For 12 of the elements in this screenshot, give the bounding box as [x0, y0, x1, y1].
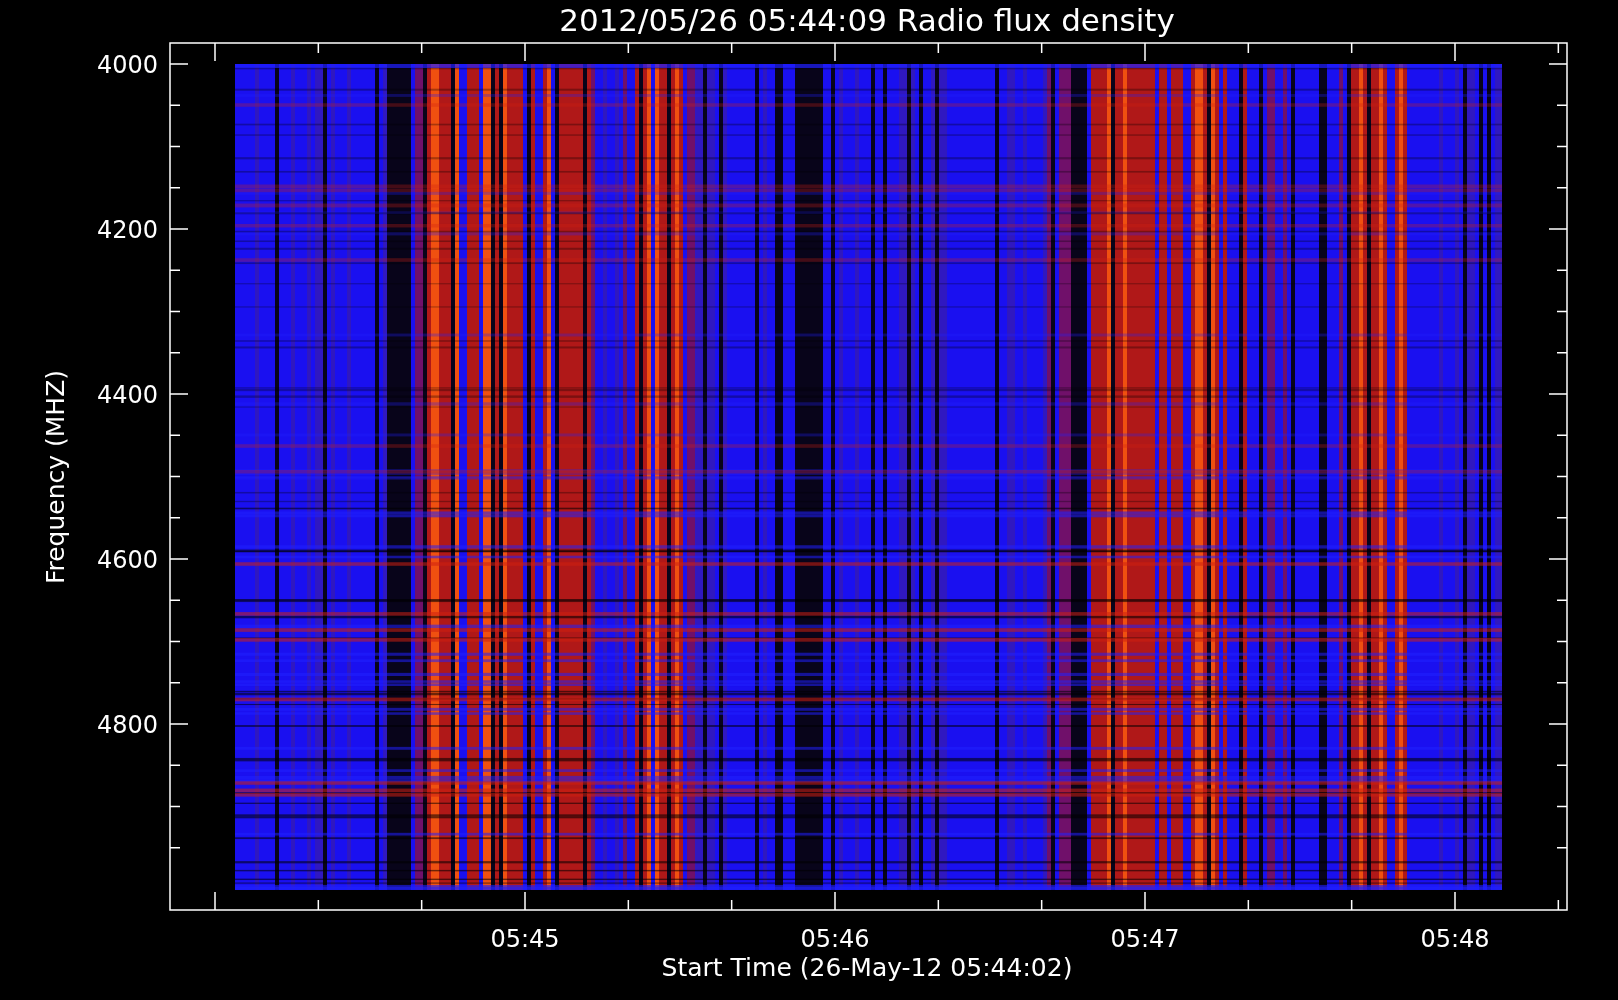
axis-label: Frequency (MHZ)	[41, 369, 70, 585]
axis-tick-label: 4800	[96, 711, 158, 739]
axis-tick-label: 05:47	[1110, 925, 1180, 953]
axis-tick-label: 4600	[96, 546, 158, 574]
axis-tick-label: 05:45	[490, 925, 560, 953]
chart-title: 2012/05/26 05:44:09 Radio flux density	[559, 2, 1175, 38]
axis-tick-label: 4200	[96, 216, 158, 244]
axis-tick-label: 4400	[96, 381, 158, 409]
axis-tick-label: 05:48	[1420, 925, 1490, 953]
axis-label: Start Time (26-May-12 05:44:02)	[661, 953, 1073, 982]
axis-tick-label: 05:46	[800, 925, 870, 953]
axis-tick-label: 4000	[96, 51, 158, 79]
